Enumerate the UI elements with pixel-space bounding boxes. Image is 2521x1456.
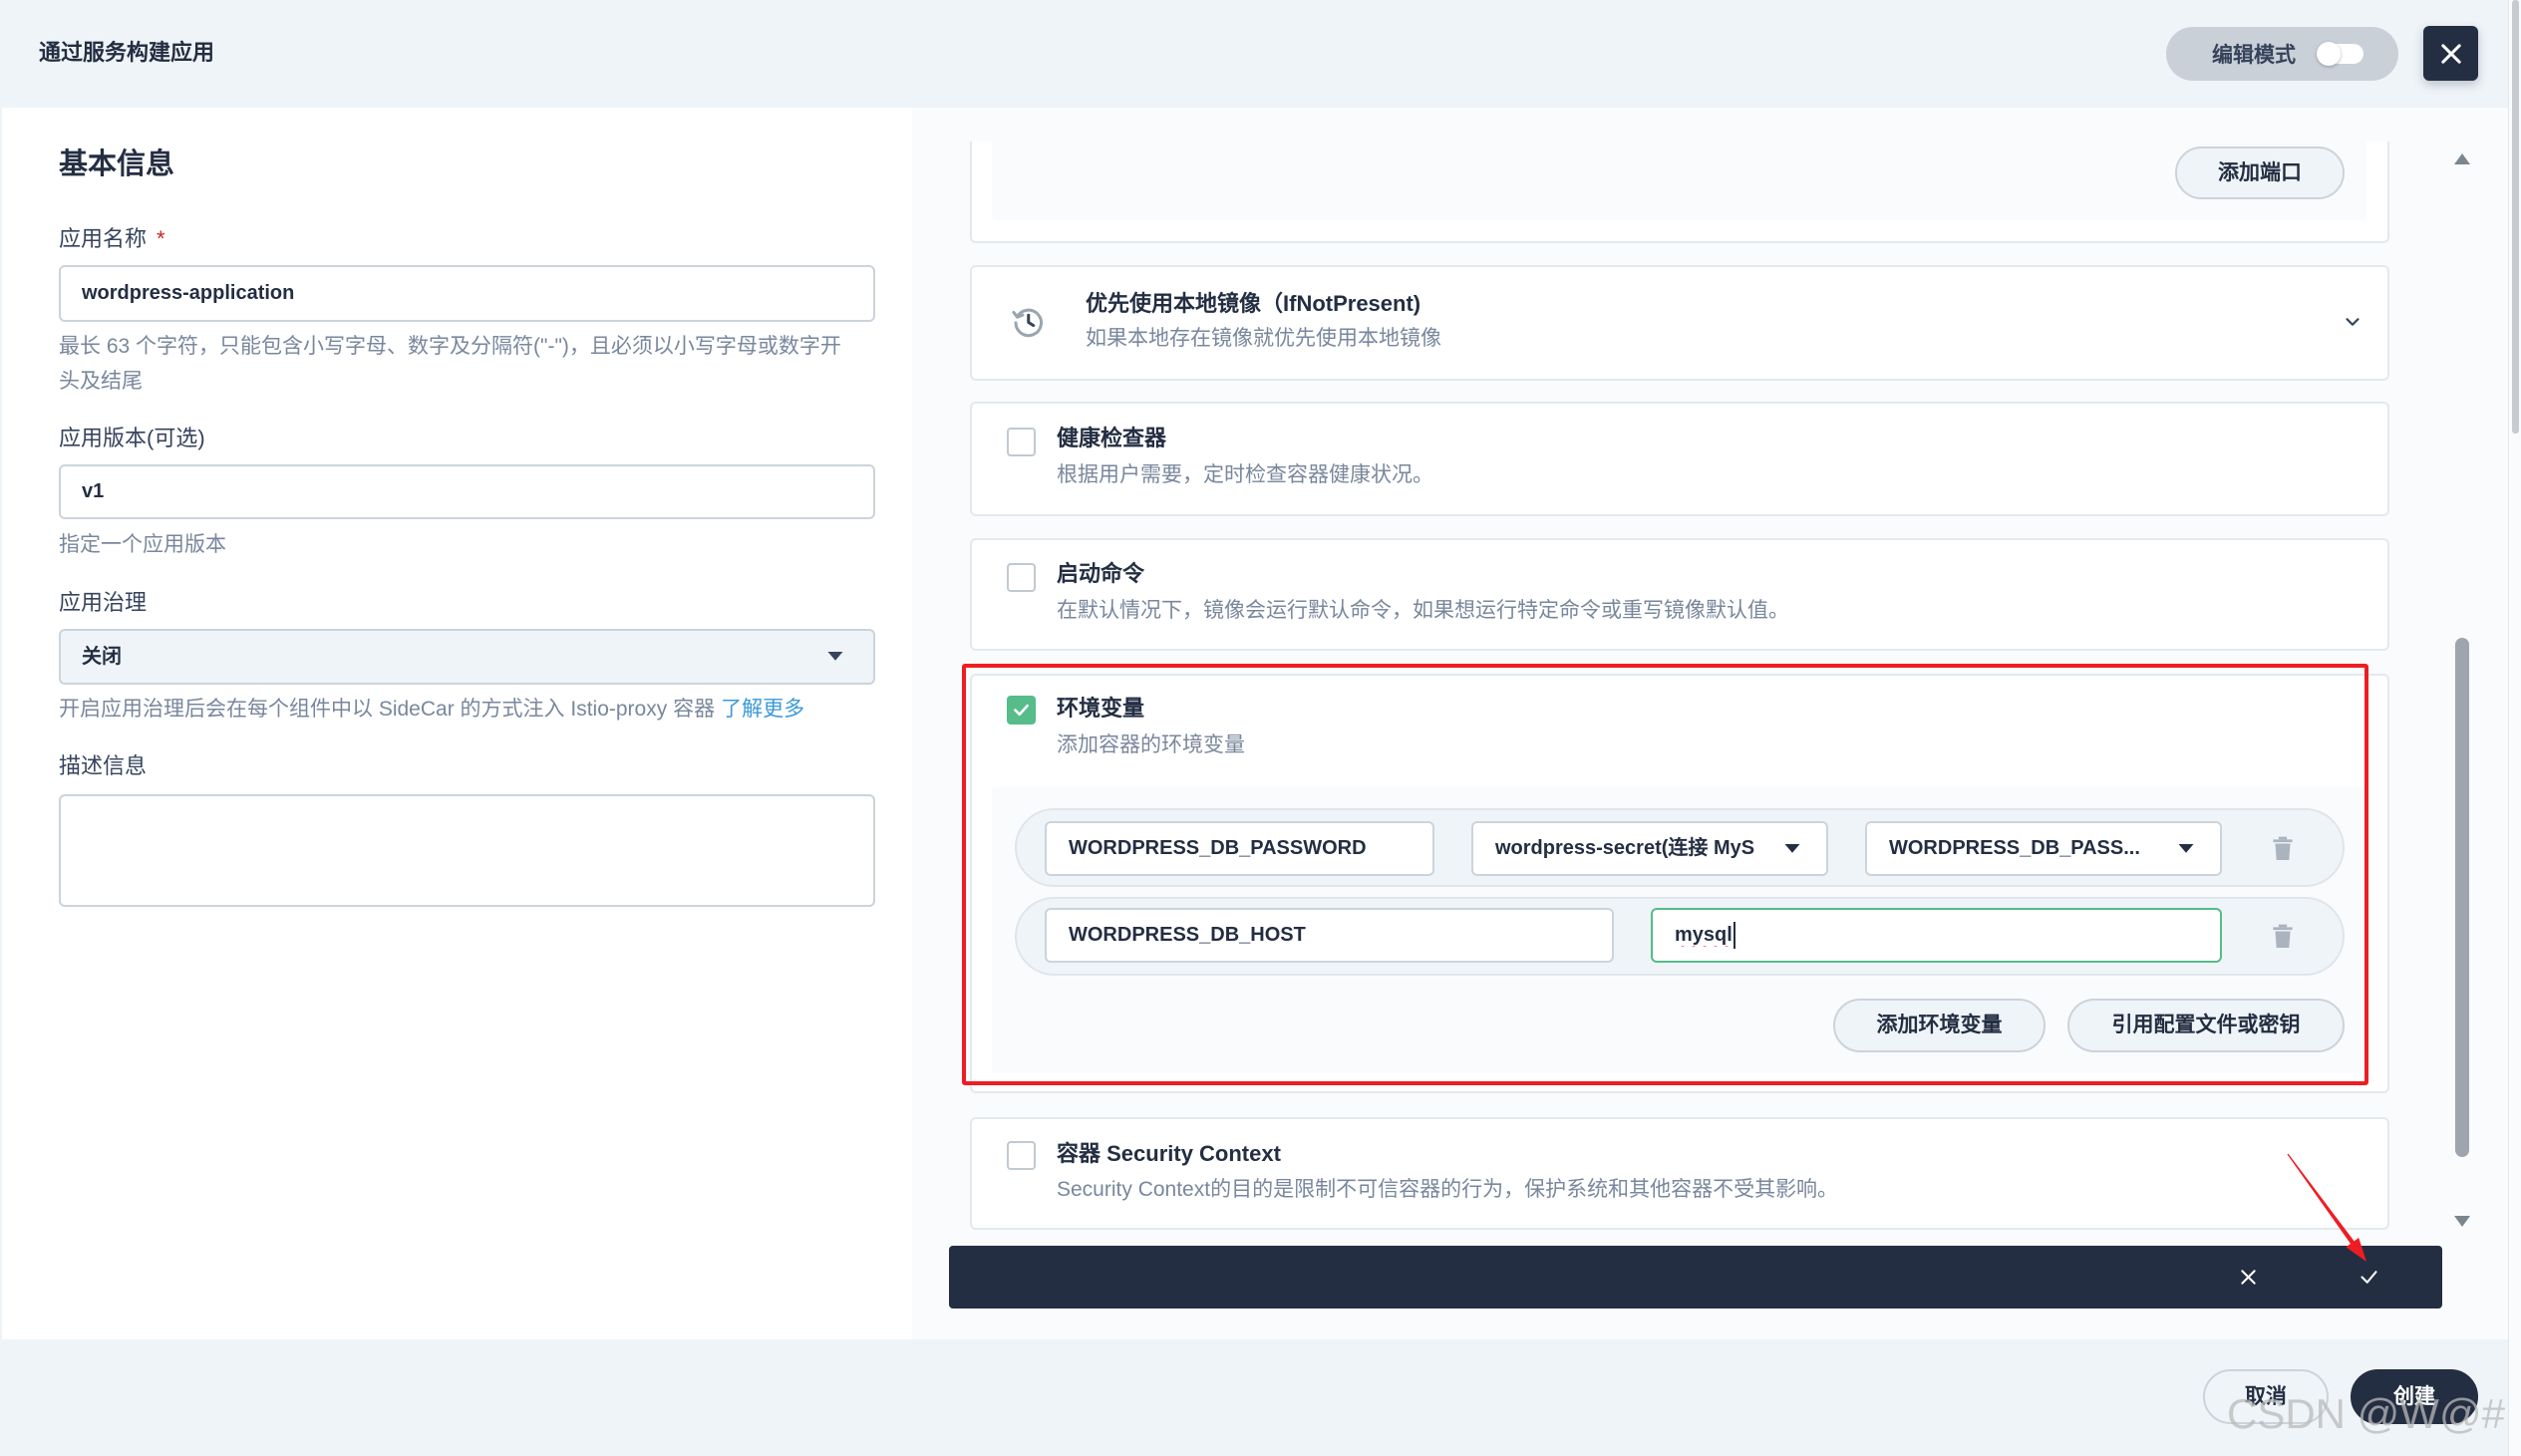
edit-mode-toggle[interactable]: 编辑模式 bbox=[2166, 27, 2398, 81]
page-scrollbar bbox=[2508, 0, 2521, 1456]
governance-help: 开启应用治理后会在每个组件中以 SideCar 的方式注入 Istio-prox… bbox=[59, 692, 804, 727]
env-var-value-input[interactable] bbox=[1651, 908, 2222, 963]
health-checker-description: 根据用户需要，定时检查容器健康状况。 bbox=[1057, 463, 1433, 486]
governance-select[interactable]: 关闭 bbox=[59, 629, 875, 685]
container-settings-scroll-area[interactable]: 添加端口 优先使用本地镜像（IfNotPresent) 如果本地存在镜像就优先使… bbox=[949, 142, 2444, 1240]
basic-info-heading: 基本信息 bbox=[59, 148, 175, 180]
ports-area: 添加端口 bbox=[992, 142, 2366, 220]
app-name-help-line-1: 最长 63 个字符，只能包含小写字母、数字及分隔符("-")，且必须以小写字母或… bbox=[59, 335, 841, 358]
description-textarea[interactable] bbox=[59, 794, 875, 907]
close-icon[interactable] bbox=[2238, 1267, 2259, 1288]
app-name-input[interactable] bbox=[59, 265, 875, 322]
app-version-help: 指定一个应用版本 bbox=[59, 533, 226, 556]
start-command-checkbox[interactable] bbox=[1007, 563, 1036, 592]
env-var-source-select[interactable]: wordpress-secret(连接 MyS bbox=[1471, 821, 1828, 876]
app-name-help-line-2: 头及结尾 bbox=[59, 370, 143, 393]
env-vars-title: 环境变量 bbox=[1057, 696, 1145, 721]
app-name-label-text: 应用名称 bbox=[59, 226, 148, 251]
check-icon bbox=[1014, 704, 1029, 717]
health-checker-checkbox[interactable] bbox=[1007, 428, 1036, 456]
env-var-row: wordpress-secret(连接 MyS WORDPRESS_DB_PAS… bbox=[1015, 808, 2345, 887]
app-version-input[interactable] bbox=[59, 464, 875, 519]
caret-down-icon bbox=[1784, 844, 1800, 853]
env-vars-area: wordpress-secret(连接 MyS WORDPRESS_DB_PAS… bbox=[992, 787, 2366, 1073]
settings-scrollbar-thumb[interactable] bbox=[2455, 638, 2469, 1157]
edit-mode-label: 编辑模式 bbox=[2212, 44, 2296, 67]
add-env-var-button[interactable]: 添加环境变量 bbox=[1833, 999, 2046, 1052]
env-var-key-value: WORDPRESS_DB_PASS... bbox=[1889, 837, 2140, 859]
close-modal-button[interactable] bbox=[2423, 26, 2478, 81]
page-scrollbar-thumb[interactable] bbox=[2512, 0, 2519, 434]
start-command-title: 启动命令 bbox=[1057, 561, 1145, 586]
governance-label: 应用治理 bbox=[59, 590, 148, 615]
check-icon[interactable] bbox=[2358, 1267, 2380, 1288]
env-var-name-input[interactable] bbox=[1045, 821, 1434, 876]
scroll-down-arrow-icon[interactable] bbox=[2454, 1216, 2470, 1227]
image-pull-policy-description: 如果本地存在镜像就优先使用本地镜像 bbox=[1086, 327, 1441, 350]
env-var-source-value: wordpress-secret(连接 MyS bbox=[1495, 837, 1755, 859]
description-label: 描述信息 bbox=[59, 753, 148, 778]
env-vars-card: 环境变量 添加容器的环境变量 wordpress-secret(连接 MyS W… bbox=[970, 674, 2389, 1093]
env-vars-description: 添加容器的环境变量 bbox=[1057, 733, 1245, 756]
modal-header: 通过服务构建应用 编辑模式 bbox=[0, 0, 2508, 108]
start-command-card: 启动命令 在默认情况下，镜像会运行默认命令，如果想运行特定命令或重写镜像默认值。 bbox=[970, 538, 2389, 651]
required-mark: * bbox=[157, 226, 165, 251]
add-port-button[interactable]: 添加端口 bbox=[2175, 146, 2345, 199]
edit-mode-switch[interactable] bbox=[2317, 42, 2363, 66]
health-checker-title: 健康检查器 bbox=[1057, 426, 1167, 450]
use-config-or-secret-button[interactable]: 引用配置文件或密钥 bbox=[2067, 999, 2345, 1052]
env-var-row bbox=[1015, 897, 2345, 976]
security-context-title: 容器 Security Context bbox=[1057, 1141, 1281, 1166]
health-checker-card: 健康检查器 根据用户需要，定时检查容器健康状况。 bbox=[970, 402, 2389, 516]
app-version-label: 应用版本(可选) bbox=[59, 426, 205, 450]
image-pull-policy-card[interactable]: 优先使用本地镜像（IfNotPresent) 如果本地存在镜像就优先使用本地镜像 bbox=[970, 265, 2389, 381]
modal-title: 通过服务构建应用 bbox=[39, 40, 215, 65]
text-caret bbox=[1733, 922, 1735, 949]
governance-help-text: 开启应用治理后会在每个组件中以 SideCar 的方式注入 Istio-prox… bbox=[59, 698, 716, 721]
app-name-label: 应用名称 * bbox=[59, 224, 165, 254]
env-vars-checkbox[interactable] bbox=[1007, 696, 1036, 725]
trash-icon[interactable] bbox=[2272, 836, 2294, 862]
switch-knob bbox=[2317, 42, 2341, 66]
security-context-description: Security Context的目的是限制不可信容器的行为，保护系统和其他容器… bbox=[1057, 1178, 1839, 1201]
env-var-name-input[interactable] bbox=[1045, 908, 1614, 963]
start-command-description: 在默认情况下，镜像会运行默认命令，如果想运行特定命令或重写镜像默认值。 bbox=[1057, 599, 1789, 622]
image-pull-policy-title: 优先使用本地镜像（IfNotPresent) bbox=[1086, 291, 1421, 316]
caret-down-icon bbox=[2178, 844, 2194, 853]
close-icon bbox=[2440, 43, 2461, 64]
container-edit-action-bar bbox=[949, 1246, 2442, 1309]
security-context-card: 容器 Security Context Security Context的目的是… bbox=[970, 1117, 2389, 1230]
env-var-key-select[interactable]: WORDPRESS_DB_PASS... bbox=[1865, 821, 2222, 876]
scroll-up-arrow-icon[interactable] bbox=[2454, 153, 2470, 164]
caret-down-icon bbox=[827, 652, 843, 661]
security-context-checkbox[interactable] bbox=[1007, 1141, 1036, 1170]
history-icon bbox=[1012, 308, 1043, 338]
chevron-down-icon[interactable] bbox=[2342, 311, 2363, 333]
learn-more-link[interactable]: 了解更多 bbox=[721, 698, 804, 721]
create-button[interactable]: 创建 bbox=[2351, 1369, 2478, 1424]
ports-card: 添加端口 bbox=[970, 142, 2389, 243]
governance-selected-value: 关闭 bbox=[82, 646, 122, 668]
basic-info-panel: 基本信息 应用名称 * 最长 63 个字符，只能包含小写字母、数字及分隔符("-"… bbox=[2, 108, 912, 1339]
cancel-button[interactable]: 取消 bbox=[2203, 1369, 2329, 1424]
trash-icon[interactable] bbox=[2272, 924, 2294, 950]
